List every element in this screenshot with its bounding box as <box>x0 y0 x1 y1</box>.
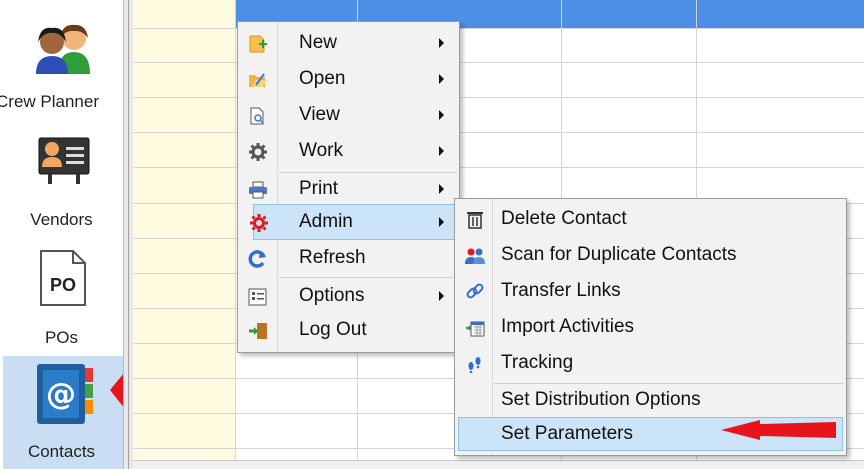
printer-icon <box>249 181 267 199</box>
new-document-icon <box>249 35 267 53</box>
sidebar-item-label: Contacts <box>27 442 96 461</box>
menu-item-options[interactable]: Options <box>238 279 459 315</box>
duplicate-users-icon <box>465 248 485 264</box>
menu-item-work[interactable]: Work <box>238 134 459 170</box>
menu-item-view[interactable]: View <box>238 98 459 134</box>
menu-item-open[interactable]: Open <box>238 62 459 98</box>
vendors-icon <box>38 137 90 184</box>
sidebar-item-label: Crew Planner <box>0 92 99 111</box>
sidebar-item-crew-planner[interactable]: Crew Planner <box>0 0 123 130</box>
submenu-item-tracking[interactable]: Tracking <box>455 346 846 382</box>
sidebar-item-label: Vendors <box>30 210 93 229</box>
context-menu: New Open View Work Print Admin Refresh O… <box>237 21 460 353</box>
menu-item-admin[interactable]: Admin <box>250 204 458 240</box>
sidebar-item-vendors[interactable]: Vendors <box>0 130 123 240</box>
submenu-arrow-icon <box>439 38 444 48</box>
refresh-icon <box>248 250 266 268</box>
sidebar-item-label: POs <box>44 328 79 347</box>
submenu-arrow-icon <box>439 217 444 227</box>
horizontal-scrollbar[interactable] <box>133 460 864 469</box>
annotation-arrow-small <box>721 420 836 440</box>
sidebar-item-contacts[interactable]: @ Contacts <box>3 356 123 469</box>
submenu-item-delete-contact[interactable]: Delete Contact <box>455 202 846 238</box>
svg-text:@: @ <box>46 377 76 412</box>
submenu-arrow-icon <box>439 110 444 120</box>
admin-gear-icon <box>250 214 268 232</box>
submenu-arrow-icon <box>439 74 444 84</box>
options-list-icon <box>248 288 267 306</box>
menu-item-print[interactable]: Print <box>238 172 459 208</box>
submenu-arrow-icon <box>439 291 444 301</box>
submenu-arrow-icon <box>439 184 444 194</box>
menu-item-new[interactable]: New <box>238 26 459 62</box>
module-sidebar: Crew Planner Vendors PO POs @ Contacts <box>0 0 123 469</box>
submenu-item-set-distribution-options[interactable]: Set Distribution Options <box>455 383 846 419</box>
submenu-item-scan-duplicates[interactable]: Scan for Duplicate Contacts <box>455 238 846 274</box>
logout-door-icon <box>249 323 267 339</box>
menu-item-log-out[interactable]: Log Out <box>238 313 459 349</box>
menu-item-refresh[interactable]: Refresh <box>238 241 459 277</box>
footprints-icon <box>468 357 481 373</box>
trash-icon <box>467 212 483 229</box>
submenu-item-import-activities[interactable]: Import Activities <box>455 310 846 346</box>
po-document-icon: PO <box>40 250 86 306</box>
gear-icon <box>249 143 267 161</box>
submenu-item-transfer-links[interactable]: Transfer Links <box>455 274 846 310</box>
crew-planner-icon <box>36 24 90 74</box>
view-document-icon <box>250 107 264 125</box>
svg-text:PO: PO <box>50 275 76 295</box>
import-calendar-icon <box>466 321 485 337</box>
sidebar-item-pos[interactable]: PO POs <box>0 240 123 356</box>
link-icon <box>466 283 484 299</box>
grid-first-column <box>133 0 235 469</box>
open-folder-icon <box>249 73 267 87</box>
submenu-arrow-icon <box>439 146 444 156</box>
contacts-book-icon: @ <box>37 364 93 424</box>
